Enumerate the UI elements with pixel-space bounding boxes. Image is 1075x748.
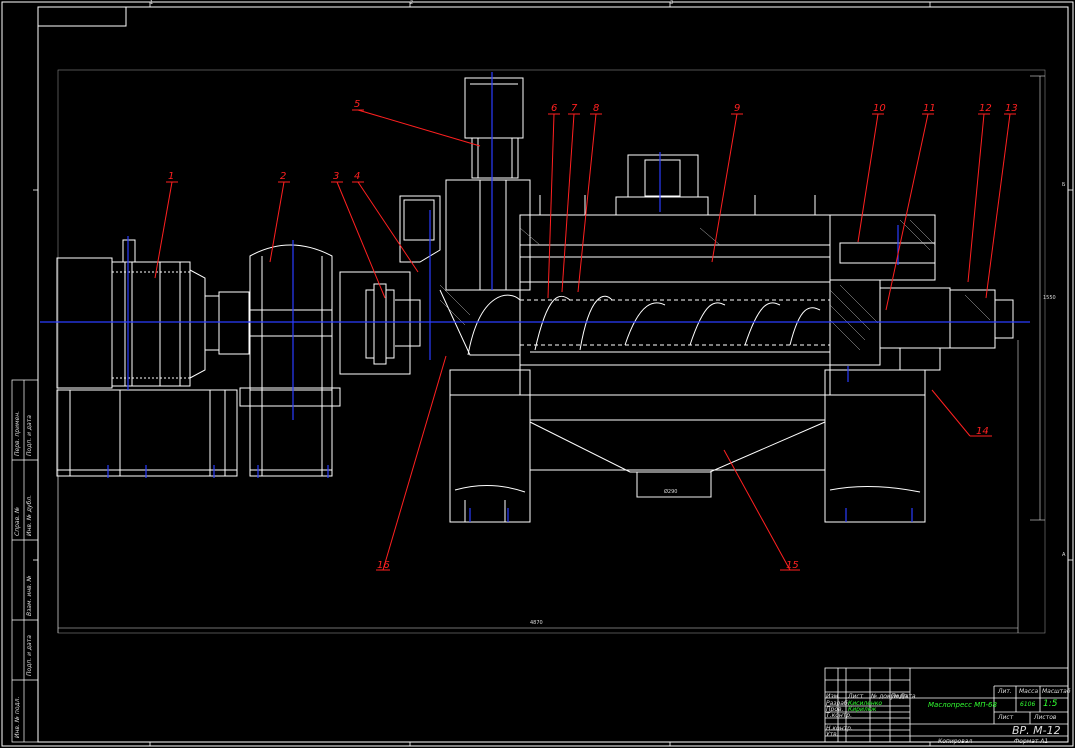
side-label-vzam: Взам. инв. №	[26, 575, 33, 616]
press-assembly-drawing	[1, 1, 1074, 747]
press-barrel	[519, 154, 1014, 396]
tb-sheets-label: Листов	[1034, 714, 1057, 721]
callout-8: 8	[593, 103, 600, 114]
callout-9: 9	[734, 103, 741, 114]
dimension-overall-length: 4870	[530, 620, 543, 626]
tb-scale-value: 1:5	[1043, 699, 1058, 709]
side-label-inv-dubl: Инв. № дубл.	[26, 494, 33, 536]
tb-product-name: Маслопресс МП-68	[928, 701, 997, 709]
callout-10: 10	[873, 103, 886, 114]
dimension-lines	[57, 75, 1045, 633]
callout-15: 15	[786, 560, 799, 571]
callout-16: 16	[377, 560, 390, 571]
callout-3: 3	[333, 171, 340, 182]
gear-reducer	[239, 244, 341, 477]
side-label-perv: Перв. примен.	[14, 410, 21, 456]
tb-mass-value: 6106	[1020, 701, 1036, 708]
callout-5: 5	[354, 99, 361, 110]
zone-mark-3: 3	[670, 0, 674, 6]
tb-tcontrol-label: Т.контр.	[826, 712, 853, 719]
hatched-sections	[439, 219, 991, 351]
callout-13: 13	[1005, 103, 1018, 114]
tb-col-list: Лист	[848, 693, 864, 700]
zone-mark-2: 2	[410, 0, 414, 6]
tb-approved-label: Утв.	[826, 731, 839, 738]
coupling-housing	[339, 271, 421, 375]
callout-1: 1	[168, 171, 175, 182]
tb-col-izm: Изм.	[826, 693, 841, 700]
callout-11: 11	[923, 103, 936, 114]
zone-mark-a: А	[1062, 552, 1066, 558]
feed-hopper	[399, 77, 531, 291]
tb-drawing-no: ВР. М-12	[1012, 724, 1061, 737]
side-label-sprav: Справ. №	[14, 506, 21, 536]
dimension-height: 1550	[1043, 295, 1056, 301]
tb-sheet-label: Лист	[998, 714, 1014, 721]
sheet-frame	[1, 1, 1074, 747]
tb-copied: Копировал	[938, 738, 973, 745]
zone-mark-b: Б	[1062, 182, 1066, 188]
side-label-inv-podl: Инв. № подл.	[14, 696, 21, 738]
callout-6: 6	[551, 103, 558, 114]
press-frame	[449, 347, 941, 523]
zone-mark-1: 1	[150, 0, 154, 6]
electric-motor	[56, 239, 250, 389]
callout-4: 4	[354, 171, 361, 182]
tb-scale-label: Масштаб	[1042, 688, 1071, 695]
tb-format: Формат А1	[1014, 738, 1049, 745]
tb-lit-label: Лит.	[998, 688, 1012, 695]
motor-frame	[56, 389, 238, 477]
side-label-podp-data-2: Подп. и дата	[26, 415, 33, 456]
center-axes	[40, 72, 1030, 522]
callout-7: 7	[571, 103, 578, 114]
dimension-outlet-width: Ø290	[664, 489, 678, 495]
callout-12: 12	[979, 103, 992, 114]
tb-checker-name: Кирилюк	[848, 706, 877, 713]
tb-col-data: Дата	[900, 693, 916, 700]
callout-2: 2	[280, 171, 287, 182]
callout-14: 14	[976, 426, 989, 437]
tb-mass-label: Масса	[1019, 688, 1039, 695]
side-label-podp-data: Подп. и дата	[26, 635, 33, 676]
